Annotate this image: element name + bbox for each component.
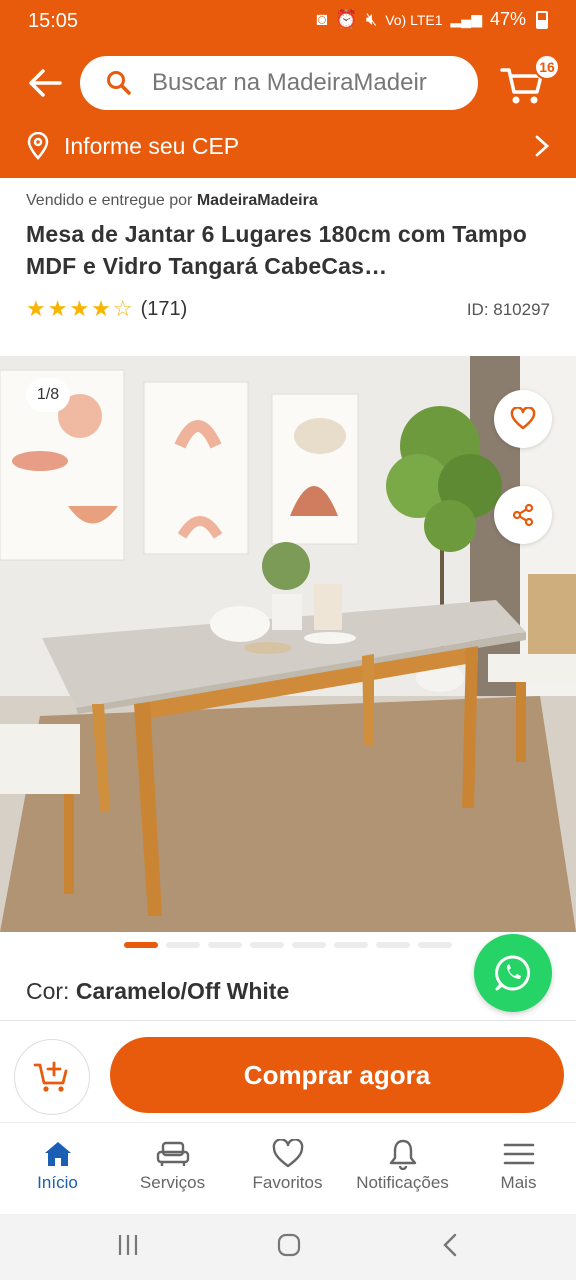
cart-add-icon [33, 1061, 68, 1092]
pagination-dot[interactable] [250, 942, 284, 948]
cart-count-badge: 16 [534, 54, 560, 80]
share-button[interactable] [494, 486, 552, 544]
gallery-pagination [124, 942, 452, 948]
image-counter: 1/8 [26, 378, 70, 412]
nav-label: Início [37, 1173, 78, 1192]
nav-label: Mais [500, 1173, 537, 1192]
product-photo [0, 356, 576, 932]
rating[interactable]: ★★★★☆ (171) [26, 296, 187, 322]
add-to-cart-button[interactable] [14, 1039, 90, 1115]
nav-label: Favoritos [252, 1173, 323, 1192]
status-bar: 15:05 ◙ ⏰ 🔇︎ Vo) LTE1 ▂▄▆ 47% [0, 0, 576, 44]
app-header: 15:05 ◙ ⏰ 🔇︎ Vo) LTE1 ▂▄▆ 47% Buscar na … [0, 0, 576, 178]
purchase-bar: Comprar agora [0, 1020, 576, 1122]
chevron-right-icon [535, 135, 550, 157]
status-time: 15:05 [28, 10, 79, 32]
alarm-icon: ⏰ [335, 9, 358, 29]
bell-icon [389, 1139, 416, 1170]
pagination-dot[interactable] [376, 942, 410, 948]
nav-item-notificacoes[interactable]: Notificações [345, 1135, 460, 1193]
heart-outline-icon [510, 407, 536, 430]
back-nav-icon[interactable] [440, 1232, 460, 1258]
nav-item-favoritos[interactable]: Favoritos [230, 1135, 345, 1193]
heart-icon [272, 1139, 303, 1168]
rating-count: (171) [140, 297, 188, 320]
product-id: ID: 810297 [466, 300, 550, 319]
home-button-icon[interactable] [276, 1232, 302, 1258]
cep-bar[interactable]: Informe seu CEP [0, 124, 576, 170]
arrow-left-icon [29, 69, 62, 97]
color-value: Caramelo/Off White [75, 978, 290, 1004]
product-image[interactable] [0, 356, 576, 932]
color-selector: Cor: Caramelo/Off White [26, 978, 289, 1005]
wifi-icon: Vo) LTE1 [385, 11, 443, 28]
notification-icon: ◙ [316, 9, 328, 29]
cep-label: Informe seu CEP [64, 133, 240, 159]
cart-button[interactable]: 16 [500, 54, 560, 108]
whatsapp-button[interactable] [474, 934, 552, 1012]
whatsapp-icon [495, 955, 531, 991]
pagination-dot[interactable] [292, 942, 326, 948]
nav-item-servicos[interactable]: Serviços [115, 1135, 230, 1193]
pagination-dot[interactable] [166, 942, 200, 948]
seller-name[interactable]: MadeiraMadeira [197, 192, 318, 209]
nav-label: Notificações [356, 1173, 449, 1192]
seller-line: Vendido e entregue por MadeiraMadeira [26, 192, 318, 210]
rating-stars-icon: ★★★★☆ [26, 296, 135, 321]
favorite-button[interactable] [494, 390, 552, 448]
pagination-dot[interactable] [334, 942, 368, 948]
sofa-icon [156, 1141, 189, 1166]
nav-item-mais[interactable]: Mais [461, 1135, 576, 1193]
nav-label: Serviços [139, 1173, 206, 1192]
back-button[interactable] [24, 62, 66, 104]
share-icon [512, 503, 534, 527]
battery-text: 47% [489, 9, 526, 29]
recent-apps-icon[interactable] [116, 1232, 140, 1258]
home-icon [44, 1142, 71, 1166]
search-placeholder: Buscar na MadeiraMadeir [152, 69, 427, 96]
pagination-dot[interactable] [418, 942, 452, 948]
bottom-nav: Início Serviços Favoritos Notificações M… [0, 1122, 576, 1214]
search-input[interactable]: Buscar na MadeiraMadeir [80, 56, 478, 110]
signal-icon: ▂▄▆ [450, 11, 482, 27]
location-pin-icon [27, 132, 49, 160]
buy-now-button[interactable]: Comprar agora [110, 1037, 564, 1113]
product-title: Mesa de Jantar 6 Lugares 180cm com Tampo… [26, 221, 527, 279]
search-icon [107, 71, 131, 95]
seller-prefix: Vendido e entregue por [26, 192, 193, 209]
system-nav-bar [0, 1214, 576, 1280]
pagination-dot[interactable] [208, 942, 242, 948]
pagination-dot-active[interactable] [124, 942, 158, 948]
battery-icon [536, 10, 548, 29]
color-label: Cor: [26, 978, 70, 1004]
mute-icon: 🔇︎ [365, 9, 378, 29]
menu-icon [503, 1143, 534, 1165]
nav-item-inicio[interactable]: Início [0, 1135, 115, 1193]
status-icons: ◙ ⏰ 🔇︎ Vo) LTE1 ▂▄▆ 47% [317, 9, 548, 30]
